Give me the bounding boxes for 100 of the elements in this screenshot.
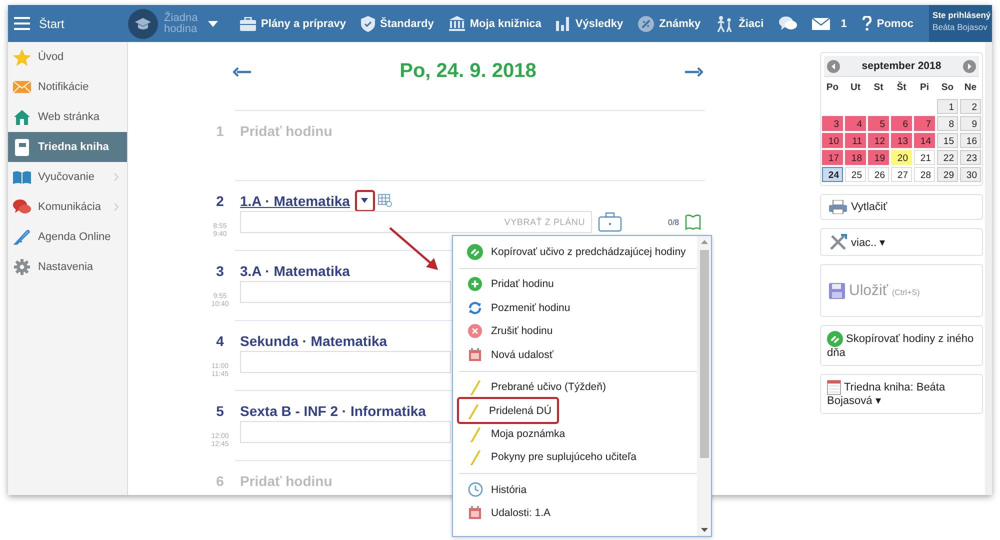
classbook-button[interactable]: Triedna kniha: Beáta Bojasová ▾ bbox=[820, 374, 983, 414]
user-caption: Ste prihlásený bbox=[932, 10, 992, 20]
lesson-input-field[interactable] bbox=[240, 281, 451, 303]
menu-item[interactable]: História bbox=[459, 478, 533, 502]
calendar-day[interactable]: 19 bbox=[868, 150, 889, 165]
nav-link[interactable]: Plány a prípravy bbox=[261, 18, 346, 30]
calendar-day[interactable]: 12 bbox=[868, 133, 889, 148]
menu-item[interactable]: Moja poznámka bbox=[459, 422, 572, 446]
table-icon bbox=[378, 194, 392, 207]
calendar-day[interactable]: 1 bbox=[937, 99, 958, 114]
calendar-day[interactable]: 24 bbox=[822, 167, 843, 182]
menu-item[interactable]: Pozmeniť hodinu bbox=[459, 296, 576, 320]
calendar-day[interactable]: 7 bbox=[914, 116, 935, 131]
nav-link[interactable]: Žiaci bbox=[738, 18, 764, 30]
pencil-icon bbox=[467, 402, 479, 418]
calendar-day[interactable]: 11 bbox=[845, 133, 866, 148]
save-label: Uložiť bbox=[849, 282, 888, 299]
right-arrow-icon[interactable] bbox=[684, 67, 703, 77]
help-link[interactable]: Pomoc bbox=[876, 18, 914, 30]
more-button[interactable]: viac.. ▾ bbox=[820, 228, 983, 256]
calendar-day[interactable]: 16 bbox=[960, 133, 981, 148]
menu-item[interactable]: Pridať hodinu bbox=[459, 272, 560, 296]
scroll-down-icon[interactable] bbox=[700, 528, 708, 532]
weekday-label: Po bbox=[825, 81, 840, 95]
left-arrow-icon[interactable] bbox=[233, 67, 251, 77]
pencil-icon bbox=[469, 449, 481, 466]
calendar-day[interactable]: 21 bbox=[914, 150, 935, 165]
calendar-day[interactable]: 10 bbox=[822, 133, 843, 148]
start-link[interactable]: Štart bbox=[39, 16, 64, 30]
calendar-day[interactable]: 29 bbox=[937, 167, 958, 182]
sidebar-item[interactable]: Agenda Online bbox=[8, 222, 127, 252]
next-icon[interactable] bbox=[962, 60, 976, 72]
calendar-day[interactable]: 17 bbox=[822, 150, 843, 165]
calendar-day[interactable]: 3 bbox=[822, 116, 843, 131]
lesson-input-field[interactable] bbox=[240, 421, 451, 443]
calendar-day[interactable]: 20 bbox=[891, 150, 912, 165]
menu-item[interactable]: Prebrané učivo (Týždeň) bbox=[459, 376, 612, 399]
calendar-day[interactable]: 9 bbox=[960, 116, 981, 131]
menu-item[interactable]: Nová udalosť bbox=[459, 343, 560, 366]
menu-item[interactable]: Pridelená DÚ bbox=[457, 397, 560, 424]
previous-icon[interactable] bbox=[827, 60, 840, 72]
lesson-title[interactable]: Sekunda · Matematika bbox=[240, 332, 388, 348]
nav-link[interactable]: Výsledky bbox=[575, 18, 624, 30]
copy-button[interactable]: Skopírovať hodiny z iného dňa bbox=[820, 325, 983, 366]
calendar-day[interactable]: 8 bbox=[937, 116, 958, 131]
calendar-day[interactable]: 5 bbox=[868, 116, 889, 131]
calendar-day[interactable]: 25 bbox=[845, 167, 866, 182]
caret-icon[interactable] bbox=[361, 198, 368, 203]
scroll-up-icon[interactable] bbox=[700, 240, 708, 244]
calendar-day[interactable]: 15 bbox=[937, 133, 958, 148]
open-book-icon bbox=[13, 170, 31, 184]
menu-item[interactable]: Zrušiť hodinu bbox=[459, 320, 559, 343]
shortcut-hint: (Ctrl+S) bbox=[892, 288, 920, 297]
chat-icon[interactable] bbox=[778, 16, 797, 31]
nav-link[interactable]: Štandardy bbox=[380, 18, 434, 30]
sidebar-item[interactable]: Triedna kniha bbox=[8, 132, 127, 162]
menu-item[interactable]: Udalosti: 1.A bbox=[459, 502, 557, 525]
book-icon[interactable] bbox=[685, 214, 702, 230]
bar-chart-icon bbox=[556, 16, 570, 30]
menu-icon[interactable] bbox=[14, 17, 30, 30]
weekday-label: Ut bbox=[849, 81, 862, 95]
envelope-icon bbox=[13, 81, 31, 93]
date-title: Po, 24. 9. 2018 bbox=[400, 60, 536, 83]
annotation-arrow bbox=[388, 226, 440, 272]
calendar-day[interactable]: 23 bbox=[960, 150, 981, 165]
print-button[interactable]: Vytlačiť bbox=[820, 194, 983, 220]
nav-link[interactable]: Známky bbox=[659, 18, 701, 30]
lesson-title[interactable]: 1.A · Matematika bbox=[240, 192, 350, 208]
house-icon bbox=[14, 110, 30, 124]
message-count[interactable]: 1 bbox=[840, 18, 847, 30]
calendar-day[interactable]: 14 bbox=[914, 133, 935, 148]
lesson-title[interactable]: 3.A · Matematika bbox=[240, 262, 350, 278]
menu-item[interactable]: Pokyny pre suplujúceho učiteľa bbox=[459, 446, 642, 469]
sidebar-item[interactable]: Nastavenia bbox=[8, 252, 127, 282]
caret-icon[interactable] bbox=[208, 20, 218, 26]
nav-link[interactable]: Moja knižnica bbox=[470, 18, 542, 30]
sidebar-item[interactable]: Web stránka bbox=[8, 102, 127, 132]
calendar-day[interactable]: 6 bbox=[891, 116, 912, 131]
calendar-day[interactable]: 4 bbox=[845, 116, 866, 131]
sidebar-item[interactable]: Notifikácie bbox=[8, 72, 127, 102]
calendar-day[interactable]: 26 bbox=[868, 167, 889, 182]
menu-item[interactable]: Kopírovať učivo z predchádzajúcej hodiny bbox=[459, 240, 692, 264]
weekday-label: So bbox=[940, 81, 955, 95]
calendar-day[interactable]: 28 bbox=[914, 167, 935, 182]
weekday-label: Št bbox=[896, 80, 908, 95]
calendar-day[interactable]: 27 bbox=[891, 167, 912, 182]
lesson-input-field[interactable] bbox=[240, 351, 451, 373]
calendar-day[interactable]: 2 bbox=[960, 99, 981, 114]
sidebar-item[interactable]: Komunikácia bbox=[8, 192, 127, 222]
briefcase-icon[interactable] bbox=[598, 212, 622, 232]
calendar-day[interactable]: 18 bbox=[845, 150, 866, 165]
lesson-title[interactable]: Sexta B - INF 2 · Informatika bbox=[240, 402, 426, 418]
pencil-icon bbox=[469, 426, 481, 442]
calendar-day[interactable]: 30 bbox=[960, 167, 981, 182]
scrollbar[interactable] bbox=[697, 236, 711, 536]
sidebar-item[interactable]: Úvod bbox=[8, 42, 127, 72]
user-panel[interactable]: Ste prihlásený Beáta Bojasov bbox=[928, 5, 992, 42]
calendar-day[interactable]: 22 bbox=[937, 150, 958, 165]
calendar-day[interactable]: 13 bbox=[891, 133, 912, 148]
sidebar-item[interactable]: Vyučovanie bbox=[8, 162, 127, 192]
